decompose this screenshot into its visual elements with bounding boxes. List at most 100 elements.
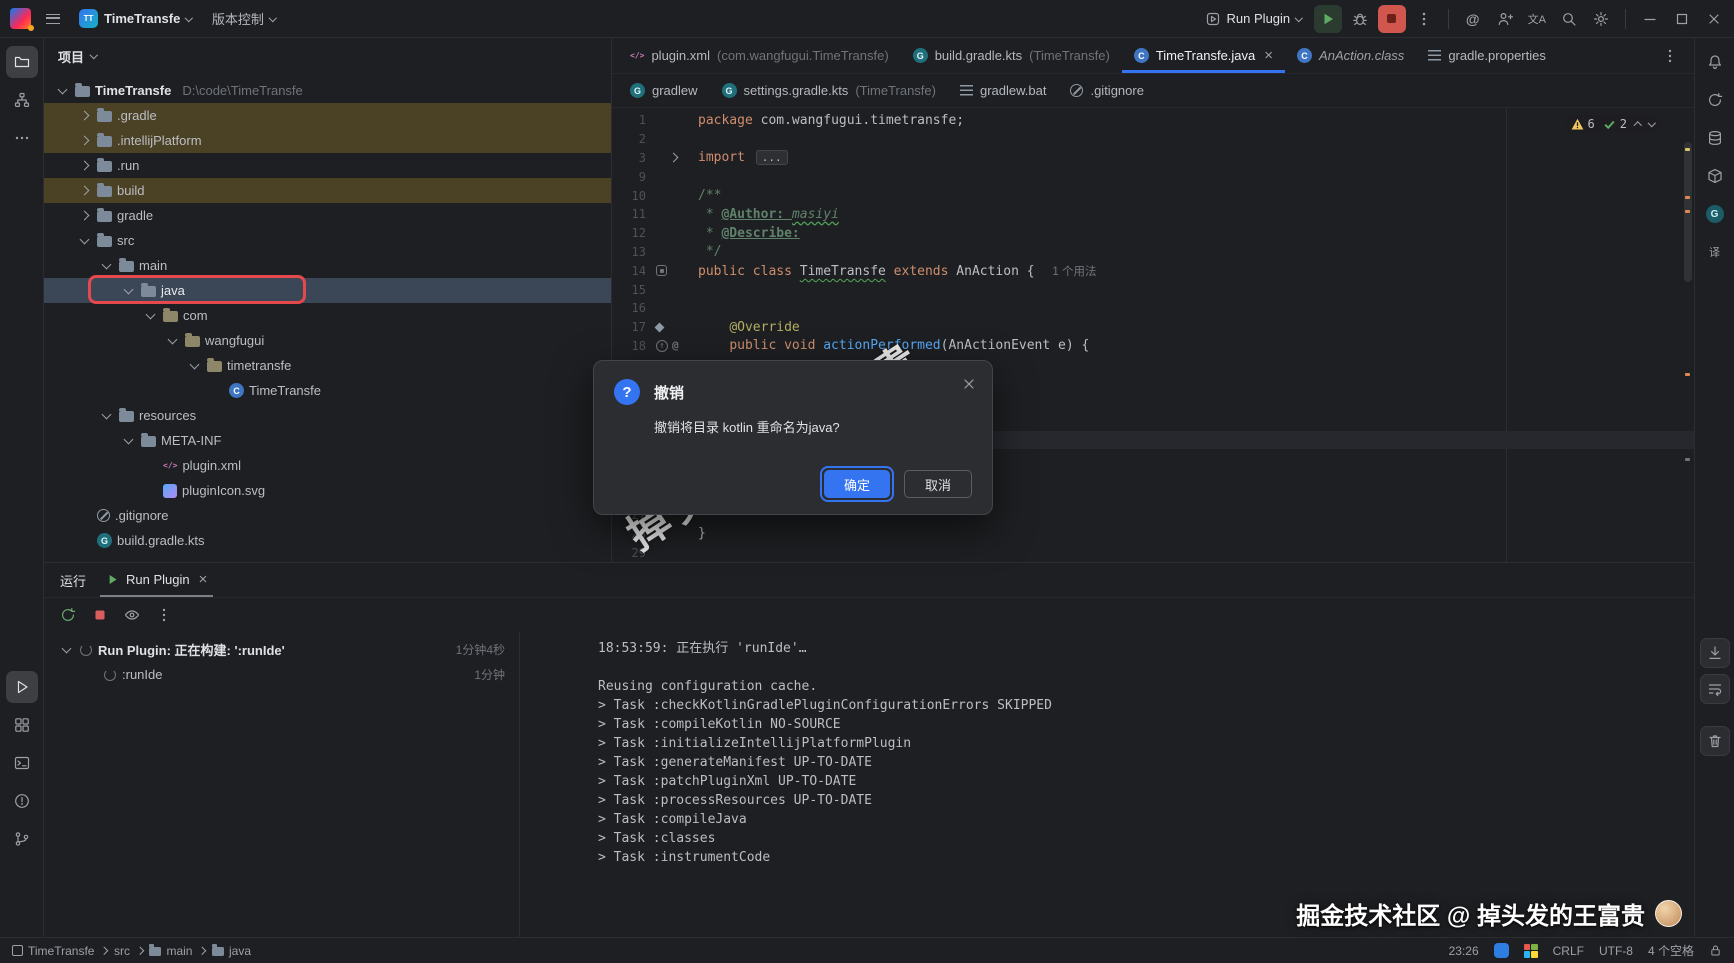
stripe-mark[interactable] [1685,458,1690,461]
tree-item-resources[interactable]: resources [44,403,611,428]
tree-item-pluginicon-svg[interactable]: pluginIcon.svg [44,478,611,503]
warnings-count-item[interactable]: 6 [1571,117,1595,131]
problems-toolwindow-button[interactable] [6,785,38,817]
stop-button[interactable] [1378,5,1406,33]
code-line-11[interactable]: 11 * @Author: masiyi [612,205,1694,224]
close-tab-icon[interactable]: × [1264,47,1273,64]
line-number[interactable]: 1 [612,113,646,127]
line-number[interactable]: 2 [612,132,646,146]
tree-chevron-icon[interactable] [61,644,71,654]
search-everywhere-icon[interactable] [1555,5,1583,33]
breadcrumb-item-src[interactable]: src [114,944,130,958]
dialog-close-icon[interactable] [958,373,980,395]
tree-chevron-icon[interactable] [79,235,89,245]
code-with-me-icon[interactable] [1491,5,1519,33]
tree-item-main[interactable]: main [44,253,611,278]
editor-tab-settings-gradle-kts[interactable]: Gsettings.gradle.kts (TimeTransfe) [710,74,948,107]
tree-item-plugin-xml[interactable]: </>plugin.xml [44,453,611,478]
editor-tab-plugin-xml[interactable]: </>plugin.xml (com.wangfugui.TimeTransfe… [618,38,901,73]
tree-chevron-icon[interactable] [79,136,89,146]
input-method-icon[interactable] [1494,943,1509,958]
tree-item-java[interactable]: java [44,278,611,303]
line-number[interactable]: 29 [612,546,646,560]
tree-chevron-icon[interactable] [167,335,177,345]
code-line-9[interactable]: 9 [612,167,1694,186]
project-widget[interactable]: TT TimeTransfe [71,4,200,34]
rerun-button[interactable] [54,601,82,629]
terminal-toolwindow-button[interactable] [6,747,38,779]
code-line-2[interactable]: 2 [612,130,1694,149]
services-toolwindow-button[interactable] [6,709,38,741]
run-tab-run-plugin[interactable]: Run Plugin × [100,563,213,597]
ai-mention-icon[interactable]: @ [1459,5,1487,33]
fold-region-icon[interactable] [669,153,679,163]
sync-button[interactable] [1699,84,1731,116]
readonly-lock-icon[interactable] [1709,944,1722,957]
tree-item-intellijplatform[interactable]: .intellijPlatform [44,128,611,153]
previous-problem-icon[interactable] [1634,122,1642,130]
tree-item-gradle[interactable]: gradle [44,203,611,228]
stop-process-button[interactable] [86,601,114,629]
line-number[interactable]: 10 [612,189,646,203]
vcs-widget[interactable]: 版本控制 [204,4,284,34]
code-line-29[interactable]: 29 [612,543,1694,562]
line-number[interactable]: 16 [612,301,646,315]
version-control-toolwindow-button[interactable] [6,823,38,855]
file-encoding[interactable]: UTF-8 [1599,944,1633,958]
run-tree-item-run-plugin-正在构建-runide[interactable]: Run Plugin: 正在构建: ':runIde'1分钟4秒 [44,637,519,662]
tree-item-build-gradle-kts[interactable]: Gbuild.gradle.kts [44,528,611,553]
tree-chevron-icon[interactable] [79,161,89,171]
editor-tab-gradlew-bat[interactable]: gradlew.bat [948,74,1059,107]
cancel-button[interactable]: 取消 [904,470,972,498]
tree-item-run[interactable]: .run [44,153,611,178]
tree-chevron-icon[interactable] [123,435,133,445]
line-number[interactable]: 14 [612,264,646,278]
run-button[interactable] [1314,5,1342,33]
code-line-28[interactable]: 28} [612,525,1694,544]
line-number[interactable]: 11 [612,207,646,221]
code-line-15[interactable]: 15 [612,280,1694,299]
more-actions-icon[interactable] [1410,5,1438,33]
tab-list-menu-icon[interactable] [1656,42,1684,70]
editor-tab-gitignore[interactable]: .gitignore [1058,74,1155,107]
translation-button[interactable]: 译 [1699,236,1731,268]
line-number[interactable]: 12 [612,226,646,240]
minimize-button[interactable] [1636,5,1664,33]
code-line-16[interactable]: 16 [612,299,1694,318]
translate-icon[interactable]: 文A [1523,5,1551,33]
debug-button[interactable] [1346,5,1374,33]
line-number[interactable]: 18 [612,339,646,353]
tree-item-timetransfe[interactable]: TimeTransfeD:\code\TimeTransfe [44,78,611,103]
ok-button[interactable]: 确定 [824,470,890,498]
notifications-button[interactable] [1699,46,1731,78]
project-panel-header[interactable]: 项目 [44,38,611,74]
line-separator[interactable]: CRLF [1553,944,1584,958]
run-console[interactable]: 18:53:59: 正在执行 'runIde'… Reusing configu… [519,632,1694,937]
tree-item-src[interactable]: src [44,228,611,253]
tree-chevron-icon[interactable] [101,410,111,420]
tree-item-meta-inf[interactable]: META-INF [44,428,611,453]
tree-chevron-icon[interactable] [189,360,199,370]
tree-item-timetransfe[interactable]: timetransfe [44,353,611,378]
database-button[interactable] [1699,122,1731,154]
code-line-13[interactable]: 13 */ [612,243,1694,262]
editor-tab-timetransfe-java[interactable]: CTimeTransfe.java× [1122,38,1285,73]
breadcrumb-item-main[interactable]: main [149,944,192,958]
tree-chevron-icon[interactable] [57,85,67,95]
scroll-to-end-button[interactable] [1700,638,1730,668]
tree-chevron-icon[interactable] [79,186,89,196]
ide-logo-icon[interactable] [10,8,31,29]
tree-item-wangfugui[interactable]: wangfugui [44,328,611,353]
caret-position[interactable]: 23:26 [1449,944,1479,958]
gradle-button[interactable]: G [1699,198,1731,230]
tree-item-build[interactable]: build [44,178,611,203]
breadcrumb-item-java[interactable]: java [212,944,251,958]
dependencies-button[interactable] [1699,160,1731,192]
warning-stripe-mark[interactable] [1685,210,1690,213]
warning-stripe-mark[interactable] [1685,196,1690,199]
warning-stripe-mark[interactable] [1685,148,1690,151]
code-line-17[interactable]: 17 @Override [612,318,1694,337]
code-line-3[interactable]: 3import ... [612,149,1694,168]
run-tree-item-runide[interactable]: :runIde1分钟 [44,662,519,687]
code-line-14[interactable]: 14public class TimeTransfe extends AnAct… [612,261,1694,280]
